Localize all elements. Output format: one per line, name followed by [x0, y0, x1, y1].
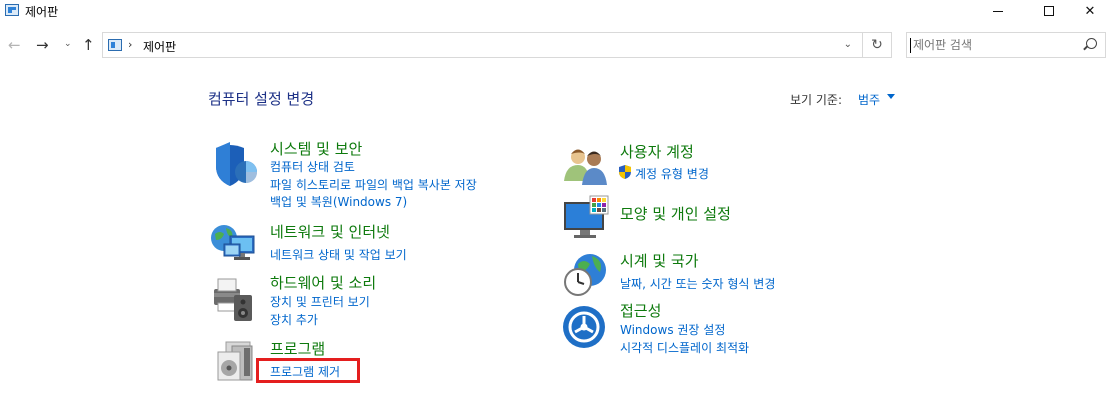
dropdown-arrow-icon[interactable]	[887, 94, 895, 99]
minimize-button[interactable]	[975, 0, 1021, 22]
programs-icon[interactable]	[214, 338, 262, 386]
refresh-button[interactable]: ↻	[862, 32, 892, 58]
search-box[interactable]	[906, 32, 1106, 58]
link-view-devices-printers[interactable]: 장치 및 프린터 보기	[270, 293, 370, 310]
category-title-programs[interactable]: 프로그램	[270, 338, 325, 359]
page-title: 컴퓨터 설정 변경	[208, 90, 315, 108]
link-change-date-time-format[interactable]: 날짜, 시간 또는 숫자 형식 변경	[620, 275, 775, 292]
category-title-ease-of-access[interactable]: 접근성	[620, 300, 661, 321]
category-title-clock-region[interactable]: 시계 및 국가	[620, 250, 699, 271]
link-add-device[interactable]: 장치 추가	[270, 311, 318, 328]
link-optimize-visual-display[interactable]: 시각적 디스플레이 최적화	[620, 339, 749, 356]
category-title-appearance[interactable]: 모양 및 개인 설정	[620, 203, 731, 224]
maximize-button[interactable]	[1026, 0, 1072, 22]
search-input[interactable]	[913, 36, 1078, 54]
network-globe-icon[interactable]	[210, 220, 258, 268]
category-title-system-security[interactable]: 시스템 및 보안	[270, 138, 362, 159]
link-file-history-backup[interactable]: 파일 히스토리로 파일의 백업 복사본 저장	[270, 176, 477, 193]
view-by-dropdown[interactable]: 범주	[858, 91, 880, 108]
recent-locations-button[interactable]: ⌄	[64, 39, 72, 49]
breadcrumb-separator-icon[interactable]: ›	[128, 38, 132, 51]
back-button[interactable]: ←	[8, 36, 21, 54]
refresh-icon: ↻	[871, 37, 883, 53]
link-windows-recommended-settings[interactable]: Windows 권장 설정	[620, 321, 725, 338]
close-icon: ✕	[1084, 3, 1096, 19]
link-backup-restore[interactable]: 백업 및 복원(Windows 7)	[270, 193, 407, 210]
close-button[interactable]: ✕	[1067, 0, 1113, 22]
category-title-hardware[interactable]: 하드웨어 및 소리	[270, 272, 376, 293]
appearance-monitor-icon[interactable]	[562, 194, 610, 242]
link-review-computer-status[interactable]: 컴퓨터 상태 검토	[270, 158, 355, 175]
search-icon[interactable]	[1086, 38, 1097, 49]
minimize-icon	[993, 10, 1003, 12]
up-button[interactable]: ↑	[82, 36, 95, 54]
forward-button[interactable]: →	[36, 36, 49, 54]
window-title: 제어판	[25, 5, 59, 19]
user-accounts-icon[interactable]	[562, 141, 610, 189]
view-by-label: 보기 기준:	[790, 93, 843, 107]
control-panel-icon	[5, 4, 19, 16]
title-bar: 제어판 ✕	[0, 0, 1114, 22]
category-title-network[interactable]: 네트워크 및 인터넷	[270, 221, 390, 242]
address-bar[interactable]: › 제어판 ⌄	[102, 32, 863, 58]
control-panel-icon	[108, 39, 122, 51]
address-dropdown-icon[interactable]: ⌄	[844, 39, 852, 50]
breadcrumb-control-panel[interactable]: 제어판	[143, 38, 176, 55]
clock-globe-icon[interactable]	[562, 250, 610, 298]
ease-of-access-icon[interactable]	[562, 305, 610, 353]
highlight-box	[256, 358, 360, 383]
category-title-user-accounts[interactable]: 사용자 계정	[620, 141, 694, 162]
link-view-network-status[interactable]: 네트워크 상태 및 작업 보기	[270, 246, 407, 263]
uac-shield-icon	[619, 165, 631, 179]
text-caret	[910, 38, 911, 53]
security-shield-icon[interactable]	[210, 140, 258, 188]
link-change-account-type[interactable]: 계정 유형 변경	[635, 165, 709, 182]
maximize-icon	[1044, 6, 1054, 16]
printer-speaker-icon[interactable]	[210, 275, 258, 323]
